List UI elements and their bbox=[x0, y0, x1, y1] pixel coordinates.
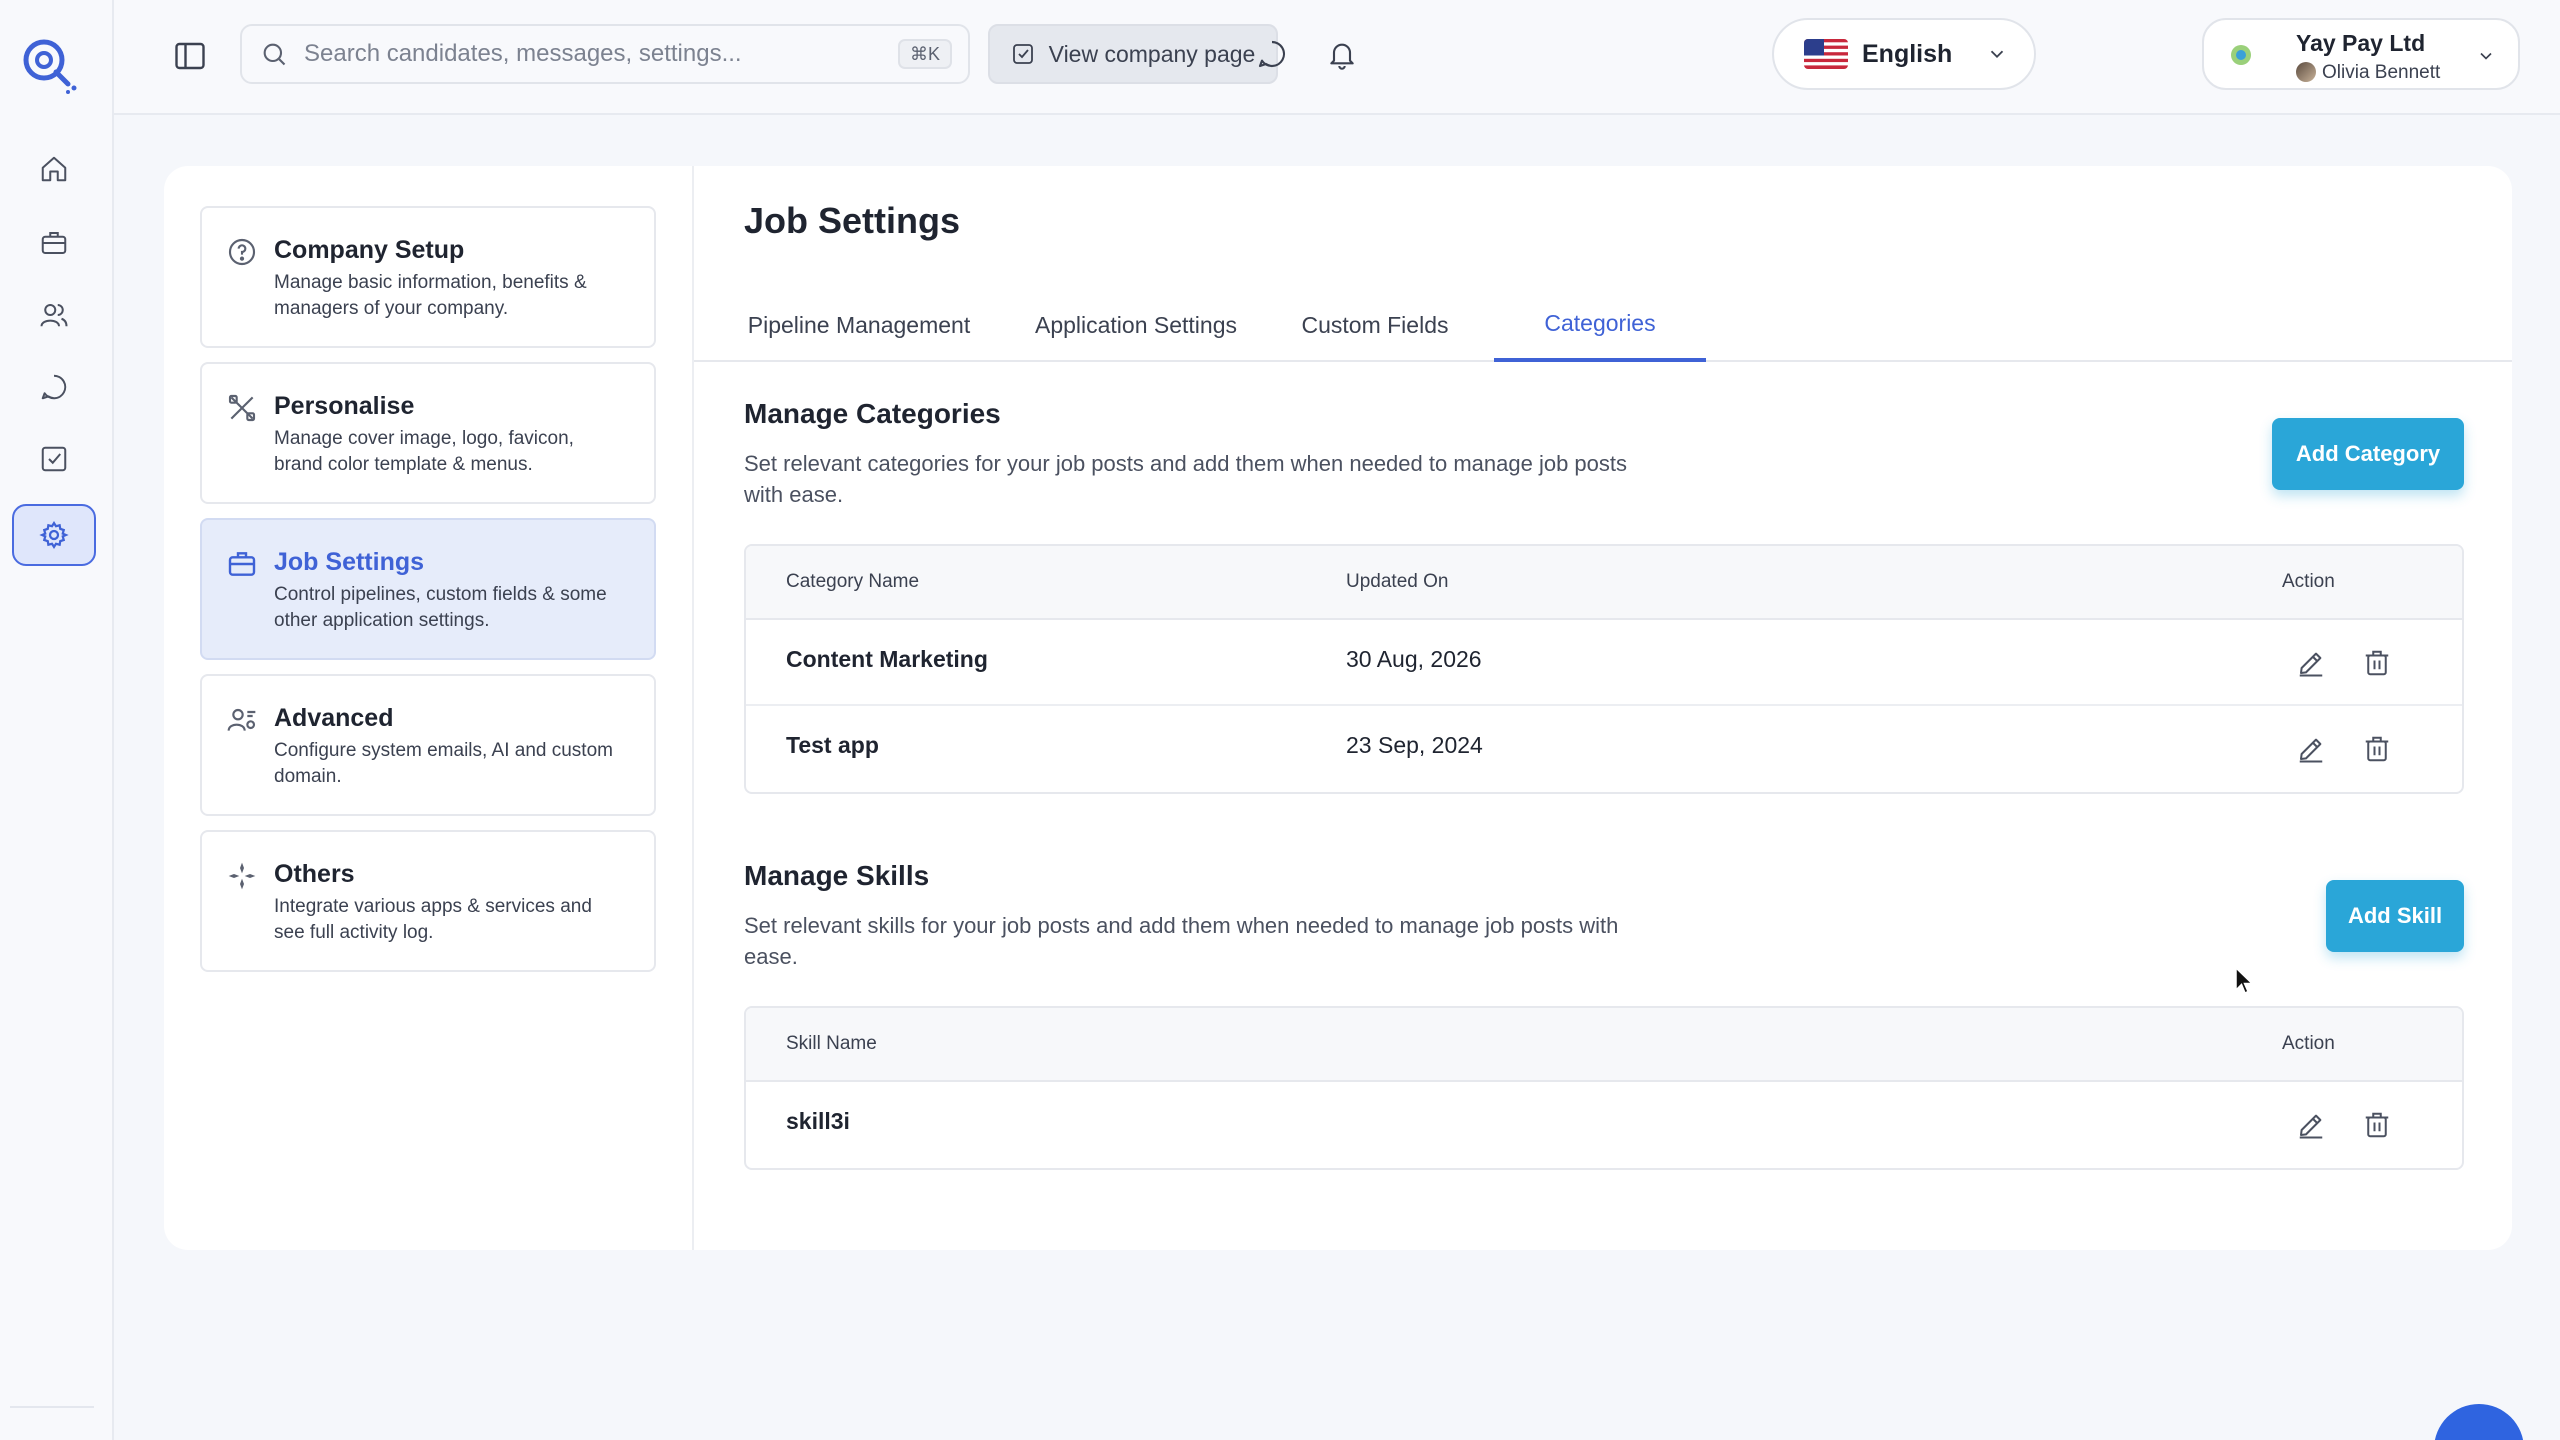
add-skill-button[interactable]: Add Skill bbox=[2326, 880, 2464, 952]
rail-tasks[interactable] bbox=[12, 428, 96, 490]
table-row: skill3i bbox=[746, 1082, 2462, 1168]
rail-divider bbox=[10, 1406, 94, 1408]
support-chat-button[interactable] bbox=[2434, 1404, 2524, 1440]
tab-categories[interactable]: Categories bbox=[1494, 288, 1706, 362]
category-name: Content Marketing bbox=[786, 646, 988, 672]
column-header: Action bbox=[2282, 1033, 2335, 1054]
toggle-sidebar-icon[interactable] bbox=[172, 38, 208, 74]
account-switcher[interactable]: Yay Pay Ltd Olivia Bennett bbox=[2202, 18, 2520, 90]
column-header: Updated On bbox=[1346, 571, 1449, 592]
skills-table: Skill Name Action skill3i bbox=[744, 1006, 2464, 1170]
view-company-button[interactable]: View company page bbox=[988, 24, 1278, 84]
tab-pipeline-management[interactable]: Pipeline Management bbox=[744, 288, 974, 362]
skills-section-title: Manage Skills bbox=[744, 860, 930, 891]
settings-card: Company Setup Manage basic information, … bbox=[164, 166, 2512, 1250]
left-rail bbox=[0, 0, 114, 1440]
settings-nav-title: Others bbox=[274, 860, 355, 888]
column-header: Skill Name bbox=[786, 1033, 877, 1054]
settings-nav-desc: Manage cover image, logo, favicon, brand… bbox=[274, 428, 574, 475]
chevron-down-icon bbox=[2480, 52, 2492, 60]
briefcase-icon bbox=[228, 552, 256, 576]
column-header: Action bbox=[2282, 571, 2335, 592]
categories-section-desc: Set relevant categories for your job pos… bbox=[744, 451, 1628, 507]
help-circle-icon bbox=[228, 238, 256, 266]
tab-application-settings[interactable]: Application Settings bbox=[1030, 288, 1242, 362]
settings-nav-desc: Integrate various apps & services and se… bbox=[274, 896, 592, 943]
briefcase-icon bbox=[41, 232, 67, 254]
settings-nav-title: Personalise bbox=[274, 392, 415, 420]
avatar bbox=[2296, 62, 2316, 82]
settings-nav-company-setup[interactable]: Company Setup Manage basic information, … bbox=[200, 206, 656, 348]
settings-nav-job-settings[interactable]: Job Settings Control pipelines, custom f… bbox=[200, 518, 656, 660]
rail-home[interactable] bbox=[12, 138, 96, 200]
search-shortcut-badge: ⌘K bbox=[897, 39, 952, 69]
mouse-cursor-icon bbox=[2235, 966, 2254, 995]
checklist-icon bbox=[41, 446, 67, 472]
sparkles-icon bbox=[228, 862, 256, 890]
settings-nav-title: Advanced bbox=[274, 704, 394, 732]
rail-candidates[interactable] bbox=[12, 284, 96, 346]
settings-nav-desc: Control pipelines, custom fields & some … bbox=[274, 584, 607, 631]
add-category-button[interactable]: Add Category bbox=[2272, 418, 2464, 490]
trash-icon[interactable] bbox=[2362, 648, 2392, 678]
user-settings-icon bbox=[227, 708, 256, 731]
table-header: Skill Name Action bbox=[746, 1008, 2462, 1082]
categories-table: Category Name Updated On Action Content … bbox=[744, 544, 2464, 794]
trash-icon[interactable] bbox=[2362, 1110, 2392, 1140]
settings-nav-advanced[interactable]: Advanced Configure system emails, AI and… bbox=[200, 674, 656, 816]
skills-section-desc: Set relevant skills for your job posts a… bbox=[744, 913, 1619, 969]
language-label: English bbox=[1862, 39, 1953, 68]
skill-name: skill3i bbox=[786, 1108, 850, 1134]
settings-nav-others[interactable]: Others Integrate various apps & services… bbox=[200, 830, 656, 972]
company-name: Yay Pay Ltd bbox=[2296, 30, 2426, 56]
edit-icon[interactable] bbox=[2296, 648, 2326, 678]
us-flag-icon bbox=[1804, 39, 1848, 69]
language-select[interactable]: English bbox=[1772, 18, 2036, 90]
table-header: Category Name Updated On Action bbox=[746, 546, 2462, 620]
table-row: Test app 23 Sep, 2024 bbox=[746, 706, 2462, 792]
chevron-down-icon bbox=[1991, 50, 2004, 59]
trash-icon[interactable] bbox=[2362, 734, 2392, 764]
category-updated: 23 Sep, 2024 bbox=[1346, 732, 1483, 758]
page-title: Job Settings bbox=[744, 200, 961, 241]
search-icon bbox=[263, 43, 286, 66]
gear-icon bbox=[39, 521, 69, 549]
edit-icon[interactable] bbox=[2296, 734, 2326, 764]
edit-icon[interactable] bbox=[2296, 1110, 2326, 1140]
category-updated: 30 Aug, 2026 bbox=[1346, 646, 1482, 672]
job-settings-content: Job Settings Pipeline Management Applica… bbox=[694, 166, 2512, 1250]
job-settings-tabs: Pipeline Management Application Settings… bbox=[694, 288, 2512, 362]
rail-settings[interactable] bbox=[12, 504, 96, 566]
chat-icon bbox=[41, 374, 67, 400]
view-company-label: View company page bbox=[1048, 40, 1256, 67]
settings-nav: Company Setup Manage basic information, … bbox=[164, 166, 694, 1250]
top-bar: ⌘K View company page English Yay Pay Ltd… bbox=[114, 0, 2560, 115]
categories-section-title: Manage Categories bbox=[744, 398, 1001, 429]
column-header: Category Name bbox=[786, 571, 920, 592]
home-icon bbox=[41, 156, 67, 182]
bell-icon[interactable] bbox=[1326, 38, 1358, 70]
messages-icon[interactable] bbox=[1256, 38, 1288, 70]
settings-nav-desc: Manage basic information, benefits & man… bbox=[274, 272, 587, 319]
tab-custom-fields[interactable]: Custom Fields bbox=[1300, 288, 1450, 362]
settings-nav-desc: Configure system emails, AI and custom d… bbox=[274, 740, 613, 787]
settings-nav-personalise[interactable]: Personalise Manage cover image, logo, fa… bbox=[200, 362, 656, 504]
check-square-icon bbox=[1012, 44, 1033, 64]
search-input[interactable] bbox=[304, 40, 864, 68]
table-row: Content Marketing 30 Aug, 2026 bbox=[746, 620, 2462, 706]
users-icon bbox=[40, 304, 68, 327]
rail-jobs[interactable] bbox=[12, 212, 96, 274]
rail-messages[interactable] bbox=[12, 356, 96, 418]
global-search[interactable]: ⌘K bbox=[240, 24, 970, 84]
settings-nav-title: Job Settings bbox=[274, 548, 425, 576]
company-logo-icon bbox=[2231, 45, 2251, 65]
user-name: Olivia Bennett bbox=[2322, 62, 2441, 83]
app-logo-icon[interactable] bbox=[18, 32, 82, 96]
tools-icon bbox=[228, 394, 256, 422]
category-name: Test app bbox=[786, 732, 879, 758]
settings-nav-title: Company Setup bbox=[274, 236, 465, 264]
